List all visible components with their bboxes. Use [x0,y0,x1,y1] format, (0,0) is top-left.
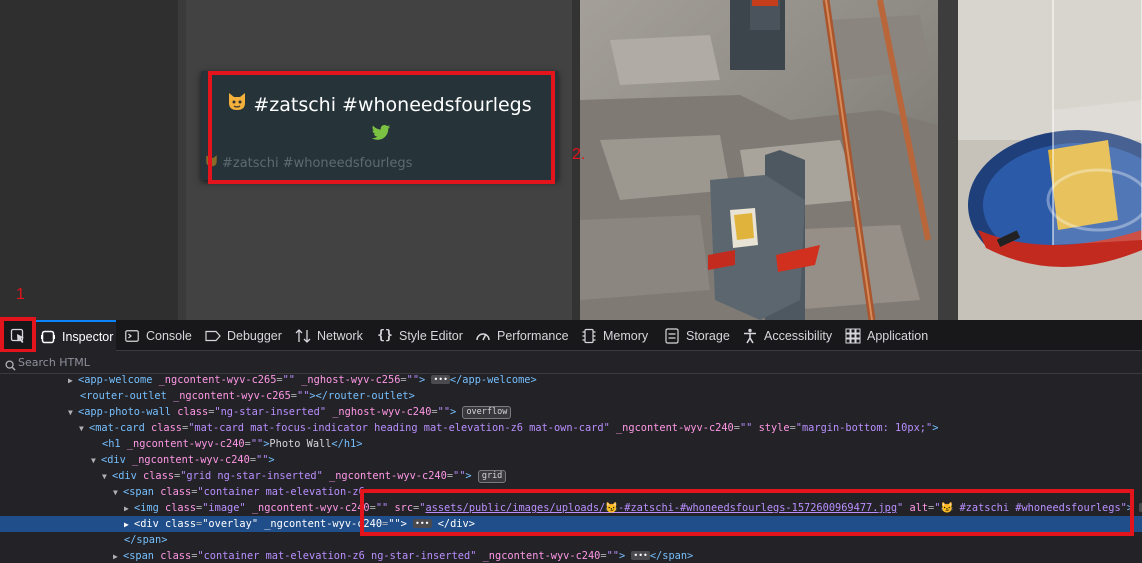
style-editor-icon: {} [377,328,393,343]
tree-row[interactable]: ▼ <mat-card class="mat-card mat-focus-ind… [0,420,1142,436]
performance-icon [475,328,491,344]
left-pane-edge [178,0,186,320]
tab-label: Memory [603,328,649,343]
devtools-toolbar: Inspector Console Debugger Network {} St… [0,320,1142,351]
tab-label: Style Editor [399,328,463,343]
tab-storage[interactable]: Storage [664,320,730,351]
tab-memory[interactable]: Memory [581,320,648,351]
expand-arrow-icon[interactable]: ▶ [113,549,123,563]
search-html-bar [0,352,1142,374]
collapse-arrow-icon[interactable]: ▼ [79,421,89,437]
application-icon [845,328,861,344]
tab-accessibility[interactable]: Accessibility [742,320,832,351]
tab-label: Performance [497,328,569,343]
expand-arrow-icon[interactable]: ▶ [124,517,134,533]
tree-row[interactable]: ▶ <span class="container mat-elevation-z6… [0,548,1142,563]
grid-gap [938,0,958,320]
expand-arrow-icon[interactable]: ▶ [124,501,134,517]
tab-style-editor[interactable]: {} Style Editor [377,320,463,351]
collapse-arrow-icon[interactable]: ▼ [102,469,112,485]
tab-label: Network [317,328,363,343]
tab-console[interactable]: Console [124,320,192,351]
tab-debugger[interactable]: Debugger [205,320,282,351]
annotation-box-picker [0,317,36,353]
search-html-input[interactable] [18,353,618,372]
memory-icon [581,328,597,344]
annotation-label-2: 2. [572,146,586,163]
tab-performance[interactable]: Performance [475,320,569,351]
tree-row[interactable]: ▼ <app-photo-wall class="ng-star-inserted… [0,404,1142,420]
tab-network[interactable]: Network [295,320,363,351]
photo-tile-glass[interactable] [958,0,1142,320]
annotation-box-image-src [360,489,1134,536]
storage-icon [664,327,680,344]
grid-badge[interactable]: grid [477,470,507,483]
collapsed-content-icon[interactable]: ••• [631,551,650,560]
tab-label: Application [867,328,929,343]
collapse-arrow-icon[interactable]: ▼ [68,405,78,421]
overflow-badge[interactable]: overflow [462,406,512,419]
collapse-arrow-icon[interactable]: ▼ [91,453,101,469]
markup-tree: ▶ <app-welcome _ngcontent-wyv-c265="" _ng… [0,372,1142,563]
tab-inspector[interactable]: Inspector [36,320,116,351]
tree-row[interactable]: ▼ <div class="grid ng-star-inserted" _ngc… [0,468,1142,484]
inspector-icon [40,329,56,345]
page-viewport: #zatschi #whoneedsfourlegs #zatschi #who… [0,0,1142,320]
devtools-panel: Inspector Console Debugger Network {} St… [0,317,1142,563]
tab-label: Inspector [62,329,114,344]
annotation-box-overlay [208,71,555,184]
collapsed-content-icon[interactable]: ••• [431,375,450,384]
collapse-arrow-icon[interactable]: ▼ [113,485,123,501]
tab-label: Storage [686,328,730,343]
accessibility-icon [742,328,758,344]
tab-label: Console [146,328,192,343]
photo-glass-image [958,0,1142,320]
network-icon [295,328,311,344]
annotation-label-1: 1 [16,286,25,303]
tree-row[interactable]: <router-outlet _ngcontent-wyv-c265=""></… [0,388,1142,404]
tree-row[interactable]: ▶ <app-welcome _ngcontent-wyv-c265="" _ng… [0,372,1142,388]
left-pane [0,0,178,320]
console-icon [124,328,140,344]
tab-label: Accessibility [764,328,833,343]
tree-row[interactable]: <h1 _ngcontent-wyv-c240="">Photo Wall</h… [0,436,1142,452]
tab-application[interactable]: Application [845,320,928,351]
photo-bracket-image [580,0,938,320]
debugger-icon [205,328,221,344]
expand-arrow-icon[interactable]: ▶ [68,373,78,389]
photo-tile-bracket[interactable] [580,0,938,320]
tab-label: Debugger [227,328,282,343]
tree-row[interactable]: ▼ <div _ngcontent-wyv-c240=""> [0,452,1142,468]
